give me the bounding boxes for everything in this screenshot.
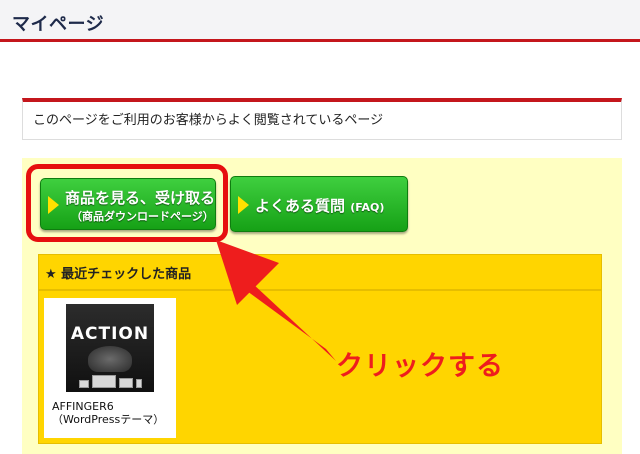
- arrow-annotation-icon: [216, 240, 336, 361]
- click-annotation-label: クリックする: [336, 351, 504, 382]
